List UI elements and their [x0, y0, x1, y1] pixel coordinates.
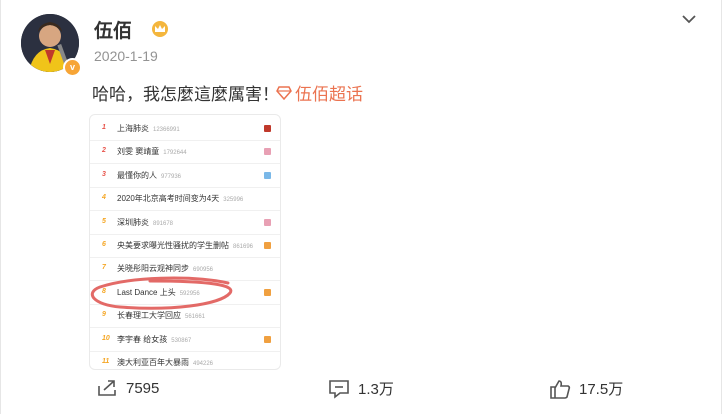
post-date[interactable]: 2020-1-19	[94, 48, 158, 64]
hotlist-row: 11 澳大利亚百年大暴雨 494226	[90, 351, 280, 369]
topic-link[interactable]: 伍佰超话	[276, 80, 363, 105]
like-button[interactable]: 17.5万	[549, 378, 623, 399]
hotlist-badge	[264, 148, 271, 156]
diamond-icon	[276, 85, 292, 100]
hotlist-title-text: 刘雯 窦靖童	[117, 147, 160, 157]
hotlist-title: 上海肺炎 12366991	[117, 123, 180, 134]
hotlist-count: 12366991	[153, 127, 180, 133]
hotlist-rank: 9	[102, 311, 106, 319]
hotlist-badge	[264, 335, 271, 343]
repost-icon	[98, 380, 116, 396]
comment-icon	[329, 379, 349, 399]
hotlist-title: 李宇春 给女孩 530867	[117, 334, 191, 345]
hotlist-count: 1792644	[163, 150, 187, 157]
hotlist-count: 592956	[179, 290, 200, 297]
hotlist-title: 澳大利亚百年大暴雨 494226	[117, 357, 213, 368]
hotlist-count: 861696	[233, 244, 254, 250]
like-count: 17.5万	[579, 381, 624, 398]
hotlist-rank: 5	[102, 217, 106, 225]
hotlist-rank: 6	[102, 241, 106, 248]
hotlist-count: 690956	[193, 267, 214, 274]
topic-label: 伍佰超话	[295, 85, 363, 104]
comment-count: 1.3万	[358, 381, 394, 398]
hotlist-title-text: Last Dance 上头	[117, 287, 176, 297]
hotlist-badge	[264, 218, 271, 226]
action-bar: 7595 1.3万 17.5万	[1, 372, 722, 406]
comment-button[interactable]: 1.3万	[328, 378, 394, 399]
hotlist-row: 4 2020年北京高考时间变为4天 325996	[90, 187, 280, 212]
hotlist-title: 关晓彤阳云观神同步 690956	[117, 263, 213, 274]
hotlist-title-text: 央美要求曝光性骚扰的学生删帖	[117, 241, 229, 250]
hotlist-row: 7 关晓彤阳云观神同步 690956	[90, 257, 280, 282]
weibo-post-card: v 伍佰 2020-1-19 哈哈，我怎麼這麼厲害！ 伍佰超话 1 上海肺炎 123…	[0, 0, 722, 414]
hotlist-rank: 4	[102, 194, 106, 202]
hotlist-count: 891678	[153, 220, 174, 227]
hotlist-title-text: 澳大利亚百年大暴雨	[117, 358, 189, 367]
hotlist-title: 深圳肺炎 891678	[117, 217, 173, 228]
post-text: 哈哈，我怎麼這麼厲害！	[92, 85, 279, 104]
hotlist-count: 561661	[185, 314, 206, 321]
crown-icon	[152, 21, 168, 37]
hotlist-title-text: 长春理工大学回应	[117, 311, 181, 321]
hotlist-badge	[264, 288, 271, 296]
hotlist-row: 1 上海肺炎 12366991	[90, 117, 280, 141]
hotlist-rank: 1	[102, 124, 106, 131]
username[interactable]: 伍佰	[94, 16, 132, 43]
hotlist-title-text: 上海肺炎	[117, 124, 149, 133]
hotlist-badge	[264, 125, 271, 132]
hotlist-row: 6 央美要求曝光性骚扰的学生删帖 861696	[90, 234, 280, 258]
hotlist-count: 325996	[223, 197, 244, 204]
hotlist-row: 3 最懂你的人 977936	[90, 164, 280, 188]
hotlist-title: 长春理工大学回应 561661	[117, 310, 205, 321]
hotlist-count: 977936	[161, 173, 182, 180]
hotlist-title: 2020年北京高考时间变为4天 325996	[117, 193, 243, 204]
hotlist-rank: 11	[102, 358, 110, 365]
hotlist-title: 最懂你的人 977936	[117, 170, 181, 181]
hotlist-title-text: 关晓彤阳云观神同步	[117, 264, 189, 274]
hotlist-count: 530867	[171, 337, 192, 344]
hotlist-rank: 10	[102, 334, 110, 342]
hotlist-title-text: 最懂你的人	[117, 170, 157, 180]
post-image[interactable]: 1 上海肺炎 12366991 2 刘雯 窦靖童 1792644 3 最懂你的人 977936 4…	[89, 114, 281, 370]
hotlist-title: 央美要求曝光性骚扰的学生删帖 861696	[117, 240, 253, 251]
hotlist-row: 5 深圳肺炎 891678	[90, 211, 280, 235]
repost-button[interactable]: 7595	[96, 378, 159, 398]
thumbs-up-icon	[550, 379, 571, 399]
verified-badge: v	[63, 58, 82, 77]
hotlist-rank: 2	[102, 147, 106, 155]
hotlist-title-text: 2020年北京高考时间变为4天	[117, 194, 220, 204]
repost-count: 7595	[126, 379, 160, 397]
hotlist-row: 9 长春理工大学回应 561661	[90, 304, 280, 329]
hotlist-rank: 8	[102, 287, 106, 295]
hotlist-row: 8 Last Dance 上头 592956	[90, 281, 280, 305]
hotlist-rank: 3	[102, 170, 106, 178]
hotlist-title: 刘雯 窦靖童 1792644	[117, 146, 187, 157]
hotlist-count: 494226	[193, 361, 214, 367]
hotlist-badge	[264, 242, 271, 249]
hotlist-rank: 7	[102, 264, 106, 272]
hotlist-row: 10 李宇春 给女孩 530867	[90, 328, 280, 352]
hotlist-title: Last Dance 上头 592956	[117, 287, 200, 298]
hotlist-title-text: 李宇春 给女孩	[117, 334, 168, 344]
hotlist-title-text: 深圳肺炎	[117, 217, 149, 227]
hotlist-badge	[264, 171, 271, 179]
hotlist-row: 2 刘雯 窦靖童 1792644	[90, 140, 280, 165]
chevron-down-icon[interactable]	[680, 12, 698, 26]
